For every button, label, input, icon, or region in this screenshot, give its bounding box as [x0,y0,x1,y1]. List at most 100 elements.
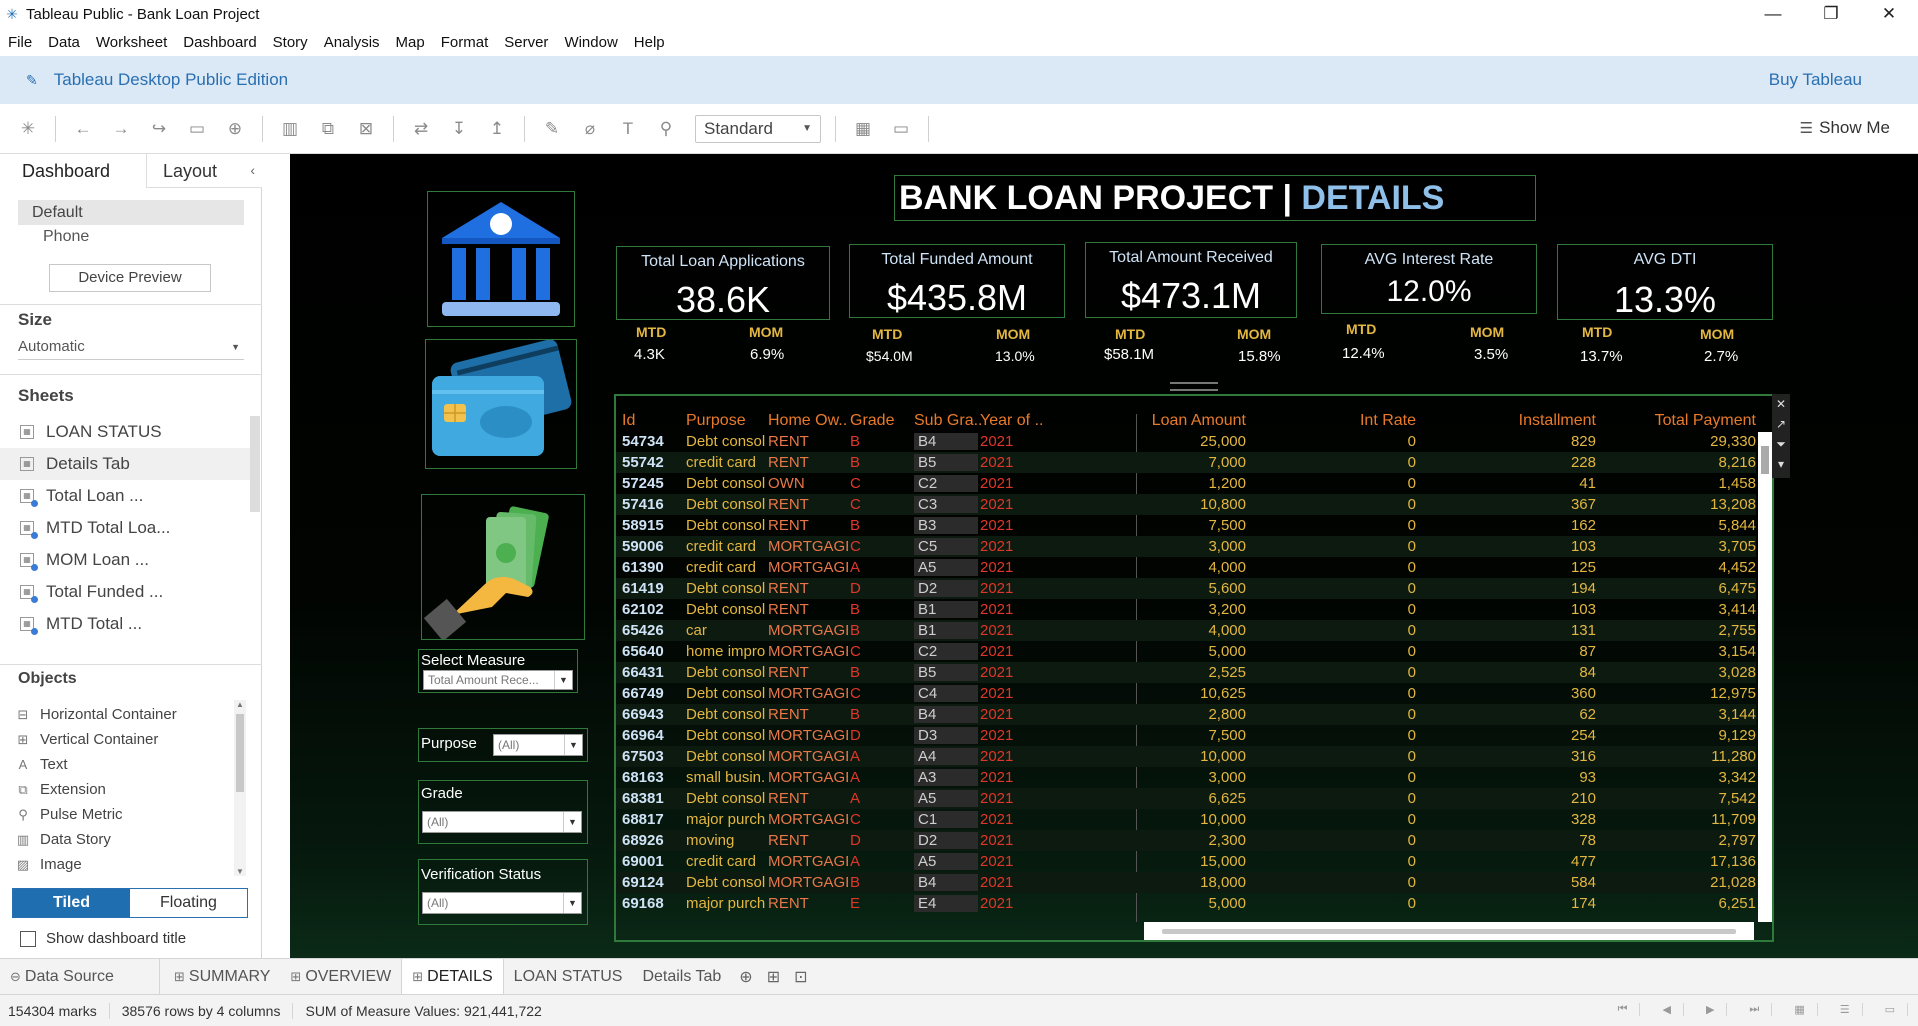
fix-axes-icon[interactable]: ⚲ [654,117,678,141]
table-row[interactable]: 65640 home impro.. MORTGAGE C C2 2021 5,000 0 87… [616,641,1756,662]
show-title-checkbox[interactable] [20,930,36,947]
menu-dashboard[interactable]: Dashboard [175,34,264,51]
table-row[interactable]: 66749 Debt consol.. MORTGAGE C C4 2021 10,625 0… [616,683,1756,704]
grade-dropdown[interactable]: (All) ▼ [422,811,582,833]
table-row[interactable]: 66964 Debt consol.. MORTGAGE D D3 2021 7,500 0 2… [616,725,1756,746]
more-options-icon[interactable]: ▾ [1772,454,1790,474]
kpi-total-loan-applications[interactable]: Total Loan Applications 38.6K [616,246,830,320]
sheet-sorter-icon[interactable]: ▦ [1782,1003,1818,1016]
undo-icon[interactable]: ← [71,117,95,141]
sheets-scrollbar[interactable] [250,416,260,512]
loan-details-table[interactable]: Id Purpose Home Ow.. Grade Sub Gra.. Year of … [614,394,1774,942]
tiled-button[interactable]: Tiled [13,889,130,917]
menu-server[interactable]: Server [496,34,556,51]
prev-sheet-icon[interactable]: ◀ [1650,1003,1684,1016]
clear-sheet-icon[interactable]: ⊠ [354,117,378,141]
table-row[interactable]: 68163 small busin.. MORTGAGE A A3 2021 3,000 0 9… [616,767,1756,788]
column-header-total-payment[interactable]: Total Payment [1596,412,1756,430]
highlight-icon[interactable]: ✎ [540,117,564,141]
table-row[interactable]: 68817 major purch.. MORTGAGE C C1 2021 10,000 0… [616,809,1756,830]
column-header-loan-amount[interactable]: Loan Amount [1046,412,1246,430]
duplicate-sheet-icon[interactable]: ⧉ [316,117,340,141]
scroll-thumb[interactable] [1761,446,1769,474]
column-header-id[interactable]: Id [622,412,684,430]
pin-icon[interactable]: ✎ [26,72,38,89]
sheet-item[interactable]: ▦ Total Funded ... [0,576,250,608]
sort-descending-icon[interactable]: ↥ [485,117,509,141]
go-to-sheet-icon[interactable]: ↗ [1772,414,1790,434]
kpi-avg-dti[interactable]: AVG DTI 13.3% [1557,244,1773,320]
column-header-purpose[interactable]: Purpose [686,412,766,430]
table-row[interactable]: 67503 Debt consol.. MORTGAGE A A4 2021 10,000 0… [616,746,1756,767]
device-phone[interactable]: Phone [43,228,89,246]
sheet-item[interactable]: ▦ Details Tab [0,448,250,480]
bank-image-tile[interactable] [427,191,575,327]
sheet-item[interactable]: ▦ MOM Loan ... [0,544,250,576]
credit-card-image-tile[interactable] [425,339,577,469]
device-default[interactable]: Default [18,200,244,225]
show-me-button[interactable]: ☰ Show Me [1800,118,1890,138]
show-dashboard-title-option[interactable]: Show dashboard title [20,930,186,947]
menu-file[interactable]: File [0,34,40,51]
sheet-item[interactable]: ▦ Total Loan ... [0,480,250,512]
table-row[interactable]: 68381 Debt consol.. RENT A A5 2021 6,625 0 210 7,… [616,788,1756,809]
column-header-grade[interactable]: Grade [850,412,910,430]
tab-layout[interactable]: Layout [146,154,262,188]
data-source-tab[interactable]: ⊖ Data Source [0,958,160,995]
menu-analysis[interactable]: Analysis [316,34,388,51]
object-vertical-container[interactable]: ⊞ Vertical Container [16,731,159,748]
fit-dropdown[interactable]: Standard ▼ [695,114,821,143]
new-worksheet-icon[interactable]: ⊕ [739,967,752,987]
table-row[interactable]: 62102 Debt consol.. RENT B B1 2021 3,200 0 103 3,… [616,599,1756,620]
remove-tile-icon[interactable]: ✕ [1772,394,1790,414]
new-story-icon[interactable]: ⊡ [794,967,807,987]
menu-story[interactable]: Story [265,34,316,51]
column-header-home-ownership[interactable]: Home Ow.. [768,412,848,430]
sort-ascending-icon[interactable]: ↧ [447,117,471,141]
filmstrip-icon[interactable]: ☰ [1828,1003,1863,1016]
sheet-item[interactable]: ▦ MTD Total ... [0,608,250,640]
column-header-sub-grade[interactable]: Sub Gra.. [914,412,982,430]
table-row[interactable]: 68926 moving RENT D D2 2021 2,300 0 78 2,797 [616,830,1756,851]
menu-data[interactable]: Data [40,34,88,51]
maximize-button[interactable]: ❐ [1802,0,1860,28]
table-row[interactable]: 59006 credit card MORTGAGE C C5 2021 3,000 0 103… [616,536,1756,557]
show-cards-icon[interactable]: ▦ [851,117,875,141]
menu-map[interactable]: Map [388,34,433,51]
show-mark-labels-icon[interactable]: T [616,117,640,141]
replay-icon[interactable]: ↪ [147,117,171,141]
first-sheet-icon[interactable]: ⏮ [1610,1003,1641,1016]
menu-window[interactable]: Window [556,34,625,51]
column-header-int-rate[interactable]: Int Rate [1246,412,1416,430]
table-row[interactable]: 55742 credit card RENT B B5 2021 7,000 0 228 8,21… [616,452,1756,473]
presentation-mode-icon[interactable]: ▭ [889,117,913,141]
kpi-avg-interest-rate[interactable]: AVG Interest Rate 12.0% [1321,244,1537,314]
menu-help[interactable]: Help [626,34,673,51]
kpi-total-funded-amount[interactable]: Total Funded Amount $435.8M [849,244,1065,318]
new-dashboard-icon[interactable]: ⊞ [767,967,780,987]
scroll-up-icon[interactable]: ▲ [236,700,244,709]
minimize-button[interactable]: — [1744,0,1802,28]
close-button[interactable]: ✕ [1860,0,1918,28]
purpose-dropdown[interactable]: (All) ▼ [493,734,583,756]
device-preview-button[interactable]: Device Preview [49,264,211,292]
scroll-thumb[interactable] [236,714,244,792]
tabs-view-icon[interactable]: ▭ [1873,1003,1908,1016]
sheet-item[interactable]: ▦ LOAN STATUS [0,416,250,448]
swap-rows-columns-icon[interactable]: ⇄ [409,117,433,141]
scroll-down-icon[interactable]: ▼ [236,867,244,876]
save-icon[interactable]: ▭ [185,117,209,141]
tab-details[interactable]: ⊞ DETAILS [401,958,504,995]
floating-button[interactable]: Floating [130,889,247,917]
table-horizontal-scrollbar[interactable] [1144,922,1754,940]
menu-worksheet[interactable]: Worksheet [88,34,175,51]
select-measure-dropdown[interactable]: Total Amount Rece... ▼ [423,670,573,690]
new-data-source-icon[interactable]: ⊕ [223,117,247,141]
tableau-home-icon[interactable]: ✳ [16,117,40,141]
table-row[interactable]: 69168 major purch.. RENT E E4 2021 5,000 0 174 6,… [616,893,1756,914]
objects-scrollbar[interactable]: ▲ ▼ [234,700,246,876]
object-data-story[interactable]: ▥ Data Story [16,831,111,848]
tab-loan-status[interactable]: LOAN STATUS [504,959,633,995]
scroll-thumb[interactable] [1162,929,1736,934]
object-pulse-metric[interactable]: ⚲ Pulse Metric [16,806,122,823]
